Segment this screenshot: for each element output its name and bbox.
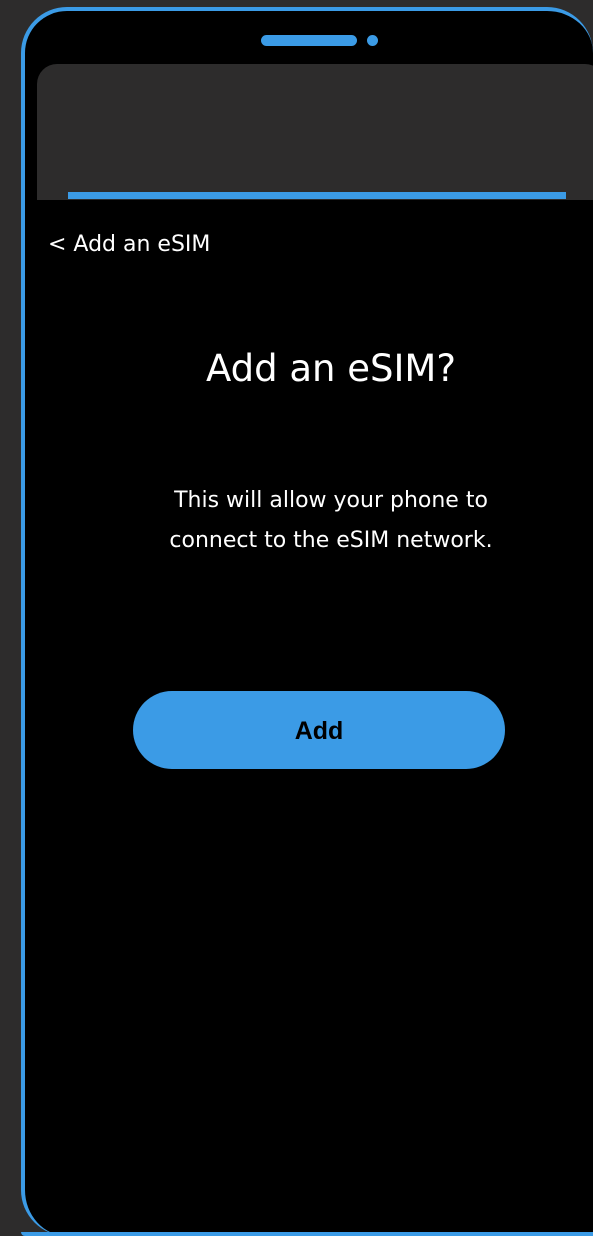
phone-frame: < Add an eSIM Add an eSIM? This will all…: [21, 7, 593, 1236]
back-link[interactable]: < Add an eSIM: [48, 231, 210, 259]
header-underline: [68, 192, 566, 199]
speaker-slot: [261, 35, 357, 46]
description-line: This will allow your phone to: [174, 488, 488, 513]
description-line: connect to the eSIM network.: [169, 528, 493, 553]
page-title: Add an eSIM?: [205, 347, 456, 390]
phone-frame-bottom-edge: [21, 1232, 593, 1236]
header-panel: [37, 64, 593, 200]
front-camera: [367, 35, 378, 46]
add-button[interactable]: Add: [133, 691, 505, 769]
description: This will allow your phone to connect to…: [25, 481, 593, 561]
